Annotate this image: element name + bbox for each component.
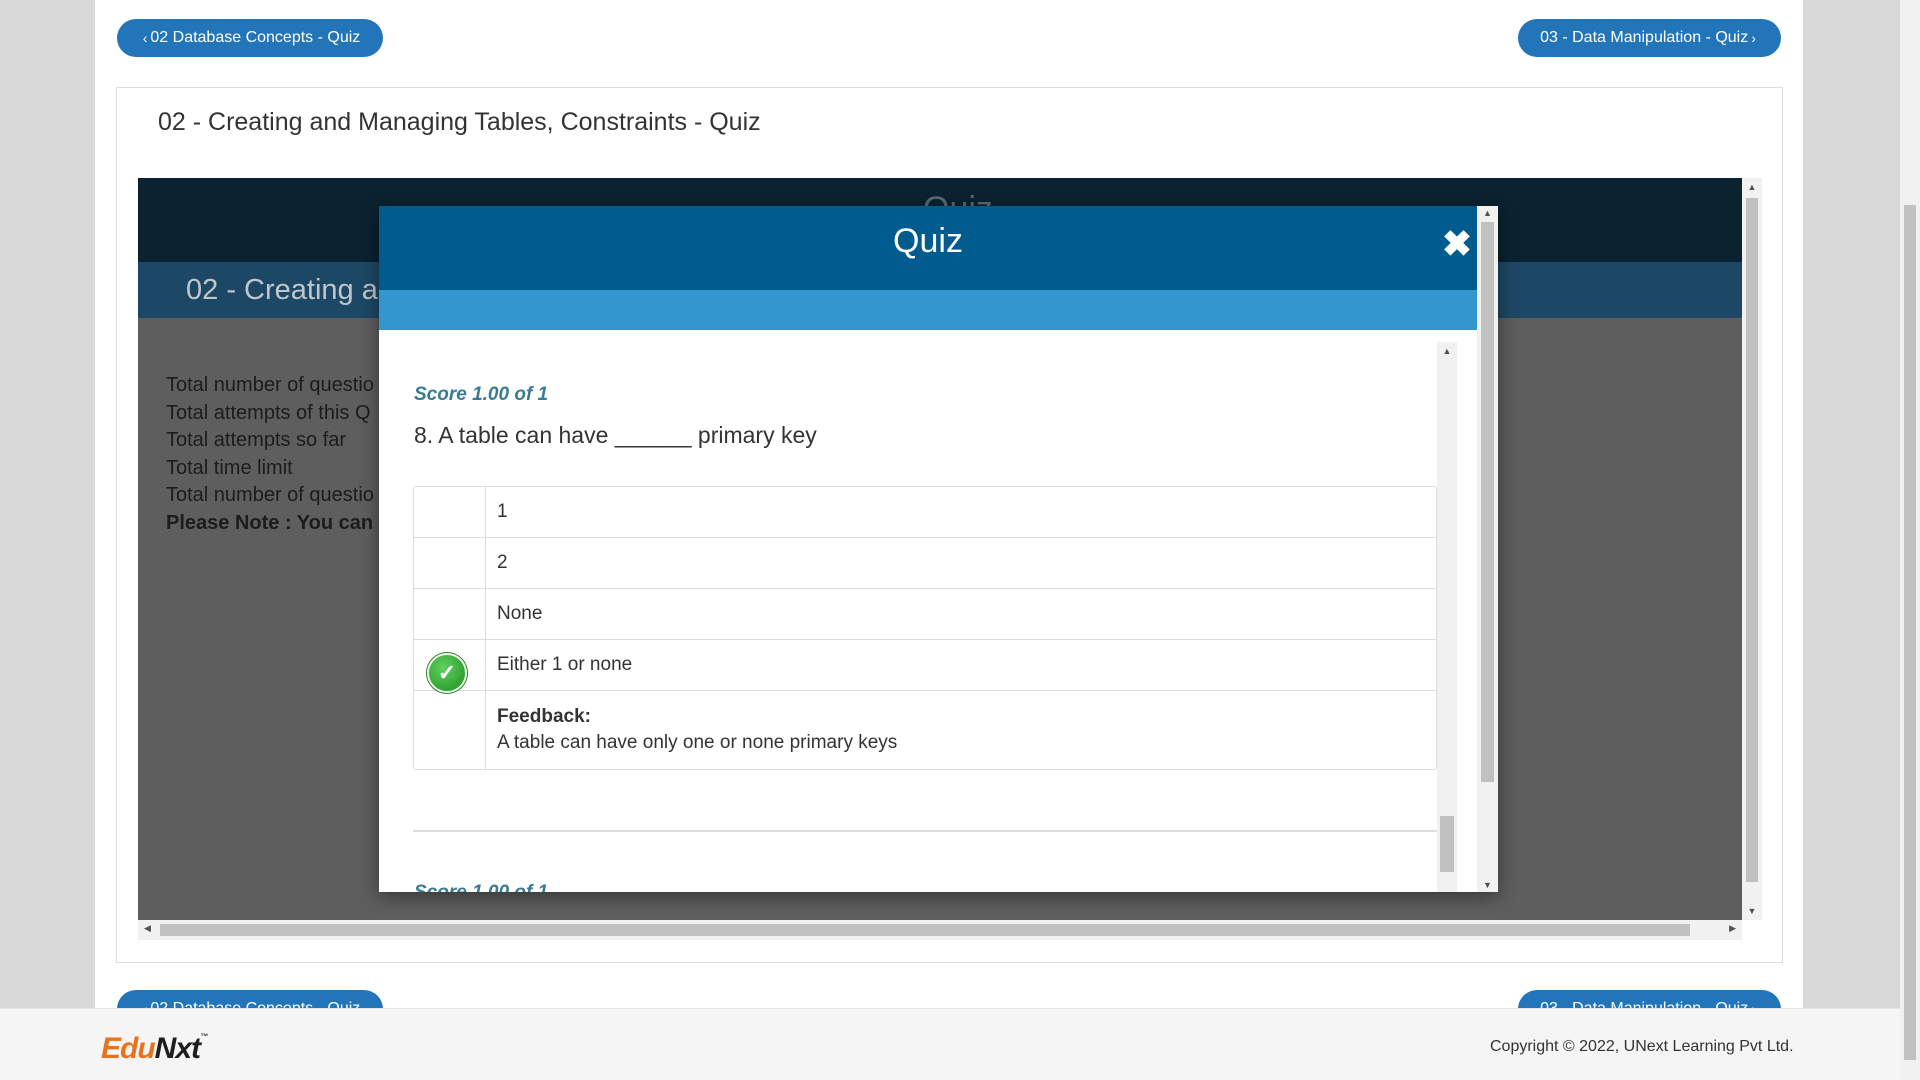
logo-nxt: Nxt — [154, 1032, 201, 1065]
info-line: Total number of questio — [166, 484, 374, 506]
chevron-left-icon: ‹ — [142, 30, 148, 46]
edunxt-logo[interactable]: EduNxt™ — [101, 1032, 208, 1066]
scrollbar-thumb[interactable] — [1481, 222, 1494, 782]
info-line: Total number of questio — [166, 374, 374, 396]
modal-band — [379, 290, 1498, 330]
scrollbar-thumb[interactable] — [1904, 205, 1916, 1060]
frame-vertical-scrollbar[interactable]: ▲ ▼ — [1742, 178, 1762, 920]
modal-scrollbar[interactable]: ▲ ▼ — [1477, 206, 1498, 892]
option-mark: ✓ — [414, 640, 486, 693]
quiz-modal: Quiz ✖ Score 1.00 of 1 8. A table can ha… — [379, 206, 1498, 892]
copyright-text: Copyright © 2022, UNext Learning Pvt Ltd… — [1490, 1038, 1794, 1055]
frame-sub-title: 02 - Creating ar — [186, 274, 388, 306]
check-circle-icon: ✓ — [427, 653, 467, 693]
feedback-text: A table can have only one or none primar… — [497, 732, 898, 753]
info-note: Please Note : You can — [166, 511, 374, 534]
option-row: 2 — [414, 538, 1436, 589]
next-quiz-label: 03 - Data Manipulation - Quiz — [1540, 29, 1749, 46]
quiz-info: Total number of questio Total attempts o… — [166, 372, 374, 537]
option-row: 1 — [414, 487, 1436, 538]
question-divider — [413, 830, 1437, 832]
scroll-down-icon[interactable]: ▼ — [1477, 880, 1498, 890]
page-scrollbar[interactable] — [1900, 0, 1920, 1080]
option-mark — [414, 691, 486, 769]
scroll-up-icon[interactable]: ▲ — [1477, 208, 1498, 218]
option-text: Either 1 or none — [497, 654, 633, 675]
info-line: Total attempts of this Q — [166, 401, 371, 424]
frame-horizontal-scrollbar[interactable]: ◀ ▶ — [138, 920, 1742, 940]
scrollbar-thumb[interactable] — [1440, 816, 1454, 872]
scroll-up-icon[interactable]: ▲ — [1437, 346, 1457, 356]
option-mark — [414, 589, 486, 639]
logo-edu: Edu — [101, 1032, 156, 1065]
options-table: 1 2 None ✓ Either 1 or none Feedback: A … — [413, 486, 1437, 770]
option-row-correct: ✓ Either 1 or none — [414, 640, 1436, 693]
prev-quiz-button[interactable]: ‹ 02 Database Concepts - Quiz — [117, 19, 383, 57]
option-mark — [414, 538, 486, 588]
scroll-left-icon[interactable]: ◀ — [144, 923, 151, 934]
info-line: Total time limit — [166, 456, 293, 479]
next-quiz-button[interactable]: 03 - Data Manipulation - Quiz › — [1518, 19, 1781, 57]
page-title: 02 - Creating and Managing Tables, Const… — [158, 108, 761, 136]
scroll-down-icon[interactable]: ▼ — [1742, 906, 1762, 916]
next-score-label: Score 1.00 of 1 — [414, 882, 548, 892]
modal-content-scrollbar[interactable]: ▲ — [1437, 342, 1457, 892]
feedback-label: Feedback: — [497, 706, 591, 727]
close-icon[interactable]: ✖ — [1437, 224, 1477, 264]
scroll-up-icon[interactable]: ▲ — [1742, 182, 1762, 192]
scrollbar-thumb[interactable] — [1746, 198, 1758, 882]
option-mark — [414, 487, 486, 537]
prev-quiz-label: 02 Database Concepts - Quiz — [150, 29, 361, 46]
chevron-right-icon: › — [1751, 30, 1756, 46]
scrollbar-thumb[interactable] — [160, 924, 1690, 936]
feedback-row: Feedback: A table can have only one or n… — [414, 691, 1436, 769]
score-label: Score 1.00 of 1 — [414, 384, 549, 405]
option-text: 1 — [497, 501, 508, 522]
question-text: 8. A table can have ______ primary key — [414, 422, 817, 448]
option-row: None — [414, 589, 1436, 640]
modal-title: Quiz — [893, 222, 963, 260]
logo-tm: ™ — [200, 1032, 208, 1041]
option-text: 2 — [497, 552, 508, 573]
feedback-content: Feedback: A table can have only one or n… — [486, 691, 1436, 769]
scroll-right-icon[interactable]: ▶ — [1729, 923, 1736, 934]
modal-header: Quiz ✖ — [379, 206, 1498, 290]
info-line: Total attempts so far — [166, 429, 347, 451]
option-text: None — [497, 603, 543, 624]
